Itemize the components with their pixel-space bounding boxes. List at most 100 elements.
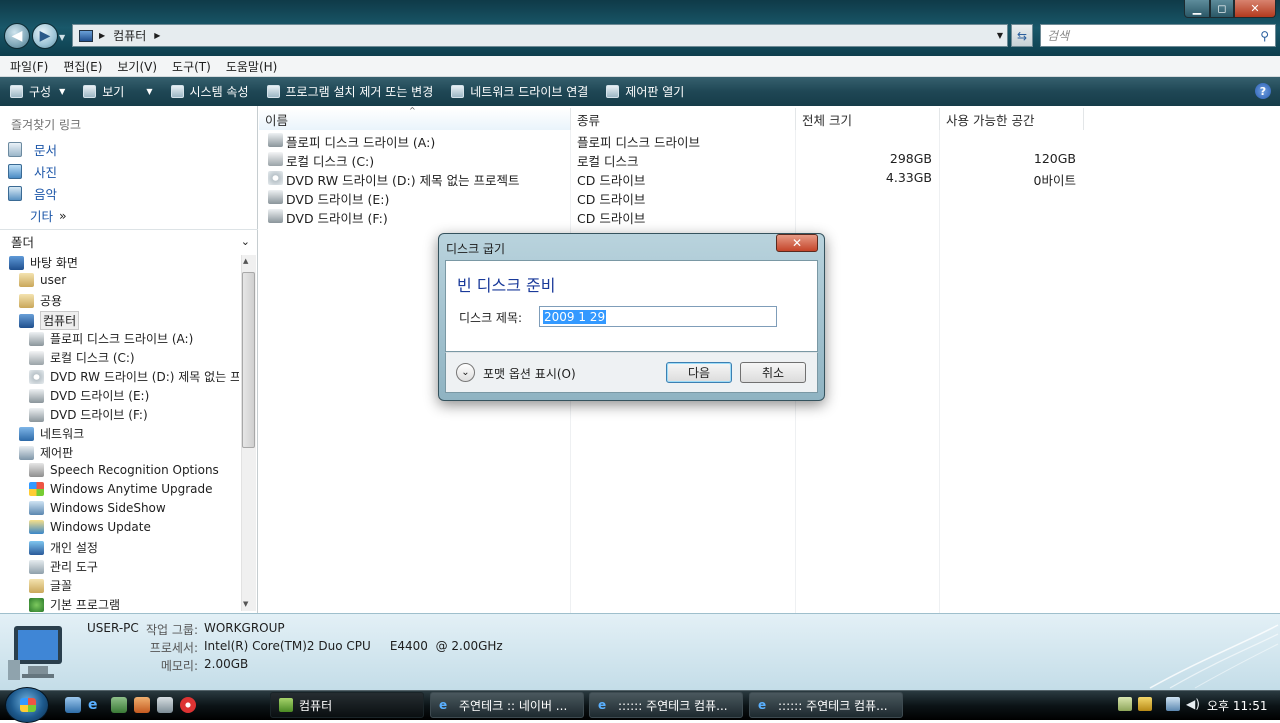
folders-header[interactable]: 폴더 ⌄ [0,229,258,253]
switch-windows-icon[interactable] [157,697,173,713]
menu-tools[interactable]: 도구(T) [172,58,211,75]
tree-item[interactable]: 제어판 [19,444,239,461]
tree-item[interactable]: 글꼴 [29,577,239,594]
tree-item[interactable]: 기본 프로그램 [29,596,239,613]
dialog-close-button[interactable]: ✕ [776,234,818,252]
more-chevron-icon: » [59,208,67,223]
task-ie-jooyon-2[interactable]: e:::::: 주연테크 컴퓨... [749,692,903,718]
scroll-down-icon[interactable]: ▼ [243,600,248,608]
tree-item[interactable]: DVD RW 드라이브 (D:) 제목 없는 프로젝트 [29,368,239,385]
tree-item[interactable]: 공용 [19,292,239,309]
breadcrumb-separator-icon: ▶ [99,31,106,40]
tree-item[interactable]: DVD 드라이브 (E:) [29,387,239,404]
tree-item[interactable]: 개인 설정 [29,539,239,556]
next-button[interactable]: 다음 [666,362,732,383]
maximize-button[interactable]: ◻ [1210,0,1234,18]
task-computer[interactable]: 컴퓨터 [270,692,424,718]
microphone-icon [29,463,44,477]
favorite-links-header: 즐겨찾기 링크 [11,118,82,132]
address-dropdown-icon[interactable]: ▼ [997,31,1003,40]
scroll-up-icon[interactable]: ▲ [243,257,248,265]
recent-pages-chevron-icon[interactable]: ▼ [59,33,65,42]
breadcrumb-separator-icon[interactable]: ▶ [154,31,160,40]
column-header-name[interactable]: 이름 ^ [259,106,571,130]
dropdown-arrow-icon: ▼ [59,87,66,96]
drive-name: DVD 드라이브 (F:) [286,211,388,226]
tree-item[interactable]: user [19,273,239,287]
internet-explorer-icon[interactable]: e [88,697,104,713]
tree-item[interactable]: 컴퓨터 [19,311,239,330]
control-panel-icon [19,445,34,460]
refresh-button[interactable]: ⇆ [1011,24,1033,47]
media-app-icon[interactable] [180,697,196,713]
drive-free-space: 120GB [1033,151,1076,166]
tree-item[interactable]: 로컬 디스크 (C:) [29,349,239,366]
tray-pen-icon[interactable] [1118,697,1132,711]
favorite-pictures[interactable]: 사진 [8,162,57,181]
breadcrumb-computer[interactable]: 컴퓨터 [113,27,146,44]
uninstall-program-button[interactable]: 프로그램 설치 제거 또는 변경 [266,83,433,100]
search-icon[interactable]: ⚲ [1260,29,1269,43]
favorite-pictures-label: 사진 [34,165,58,180]
start-button[interactable] [5,687,49,723]
menu-view[interactable]: 보기(V) [117,58,157,75]
search-input[interactable]: 검색 ⚲ [1040,24,1276,47]
documents-icon [8,142,22,157]
tree-item[interactable]: 플로피 디스크 드라이브 (A:) [29,330,239,347]
show-format-options-link[interactable]: 포맷 옵션 표시(O) [483,365,576,382]
tree-item-label: DVD RW 드라이브 (D:) 제목 없는 프로젝트 [50,370,239,384]
back-button[interactable]: ◀ [4,23,30,49]
tree-item-label: Windows SideShow [50,501,166,515]
column-header-total-size[interactable]: 전체 크기 [796,108,940,130]
address-bar[interactable]: ▶ 컴퓨터 ▶ ▼ [72,24,1008,47]
disc-title-input[interactable]: 2009 1 29 [539,306,777,327]
menu-help[interactable]: 도움말(H) [226,58,278,75]
tree-item[interactable]: Windows Update [29,520,239,534]
column-header-free-space[interactable]: 사용 가능한 공간 [940,108,1084,130]
calculator-icon[interactable] [111,697,127,713]
scrollbar-thumb[interactable] [242,272,255,448]
favorite-more[interactable]: 기타 » [30,206,67,225]
system-properties-button[interactable]: 시스템 속성 [170,83,249,100]
menu-edit[interactable]: 편집(E) [63,58,102,75]
back-arrow-icon: ◀ [11,28,23,44]
tray-key-icon[interactable] [1138,697,1152,711]
tree-item[interactable]: Windows SideShow [29,501,239,515]
tree-item-label: 바탕 화면 [30,256,78,270]
tree-item[interactable]: Speech Recognition Options [29,463,239,477]
forward-button[interactable]: ▶ [32,23,58,49]
system-properties-label: 시스템 속성 [189,85,249,99]
task-ie-naver[interactable]: e 주연테크 :: 네이버 ... [430,692,584,718]
minimize-button[interactable]: ▁ [1184,0,1210,18]
tree-item[interactable]: 네트워크 [19,425,239,442]
views-button[interactable]: 보기 ▼ [83,83,153,100]
map-network-drive-button[interactable]: 네트워크 드라이브 연결 [451,83,588,100]
music-icon [8,186,22,201]
memory-label: 메모리: [160,659,198,673]
tree-item[interactable]: 관리 도구 [29,558,239,575]
tree-item[interactable]: DVD 드라이브 (F:) [29,406,239,423]
menu-file[interactable]: 파일(F) [10,58,48,75]
favorite-documents[interactable]: 문서 [8,140,57,159]
column-header-type[interactable]: 종류 [571,108,796,130]
favorite-music[interactable]: 음악 [8,184,57,203]
quick-launch-app-icon[interactable] [134,697,150,713]
dvd-drive-icon [29,388,44,403]
collapse-chevron-icon[interactable]: ⌄ [241,235,250,248]
tray-volume-icon[interactable]: ◀) [1186,697,1200,711]
clock[interactable]: 오후 11:51 [1207,697,1267,714]
cancel-button[interactable]: 취소 [740,362,806,383]
show-desktop-icon[interactable] [65,697,81,713]
system-properties-icon [170,85,184,98]
open-control-panel-button[interactable]: 제어판 열기 [606,83,684,100]
expand-chevron-icon[interactable]: ⌄ [456,363,475,382]
tray-network-icon[interactable] [1166,697,1180,711]
help-icon[interactable]: ? [1255,83,1271,99]
favorite-music-label: 음악 [34,187,58,202]
tree-item[interactable]: Windows Anytime Upgrade [29,482,239,496]
tree-item[interactable]: 바탕 화면 [9,254,239,271]
drive-type: CD 드라이브 [577,173,646,188]
close-button[interactable]: ✕ [1234,0,1276,18]
task-ie-jooyon-1[interactable]: e:::::: 주연테크 컴퓨... [589,692,743,718]
organize-button[interactable]: 구성 ▼ [10,83,65,100]
